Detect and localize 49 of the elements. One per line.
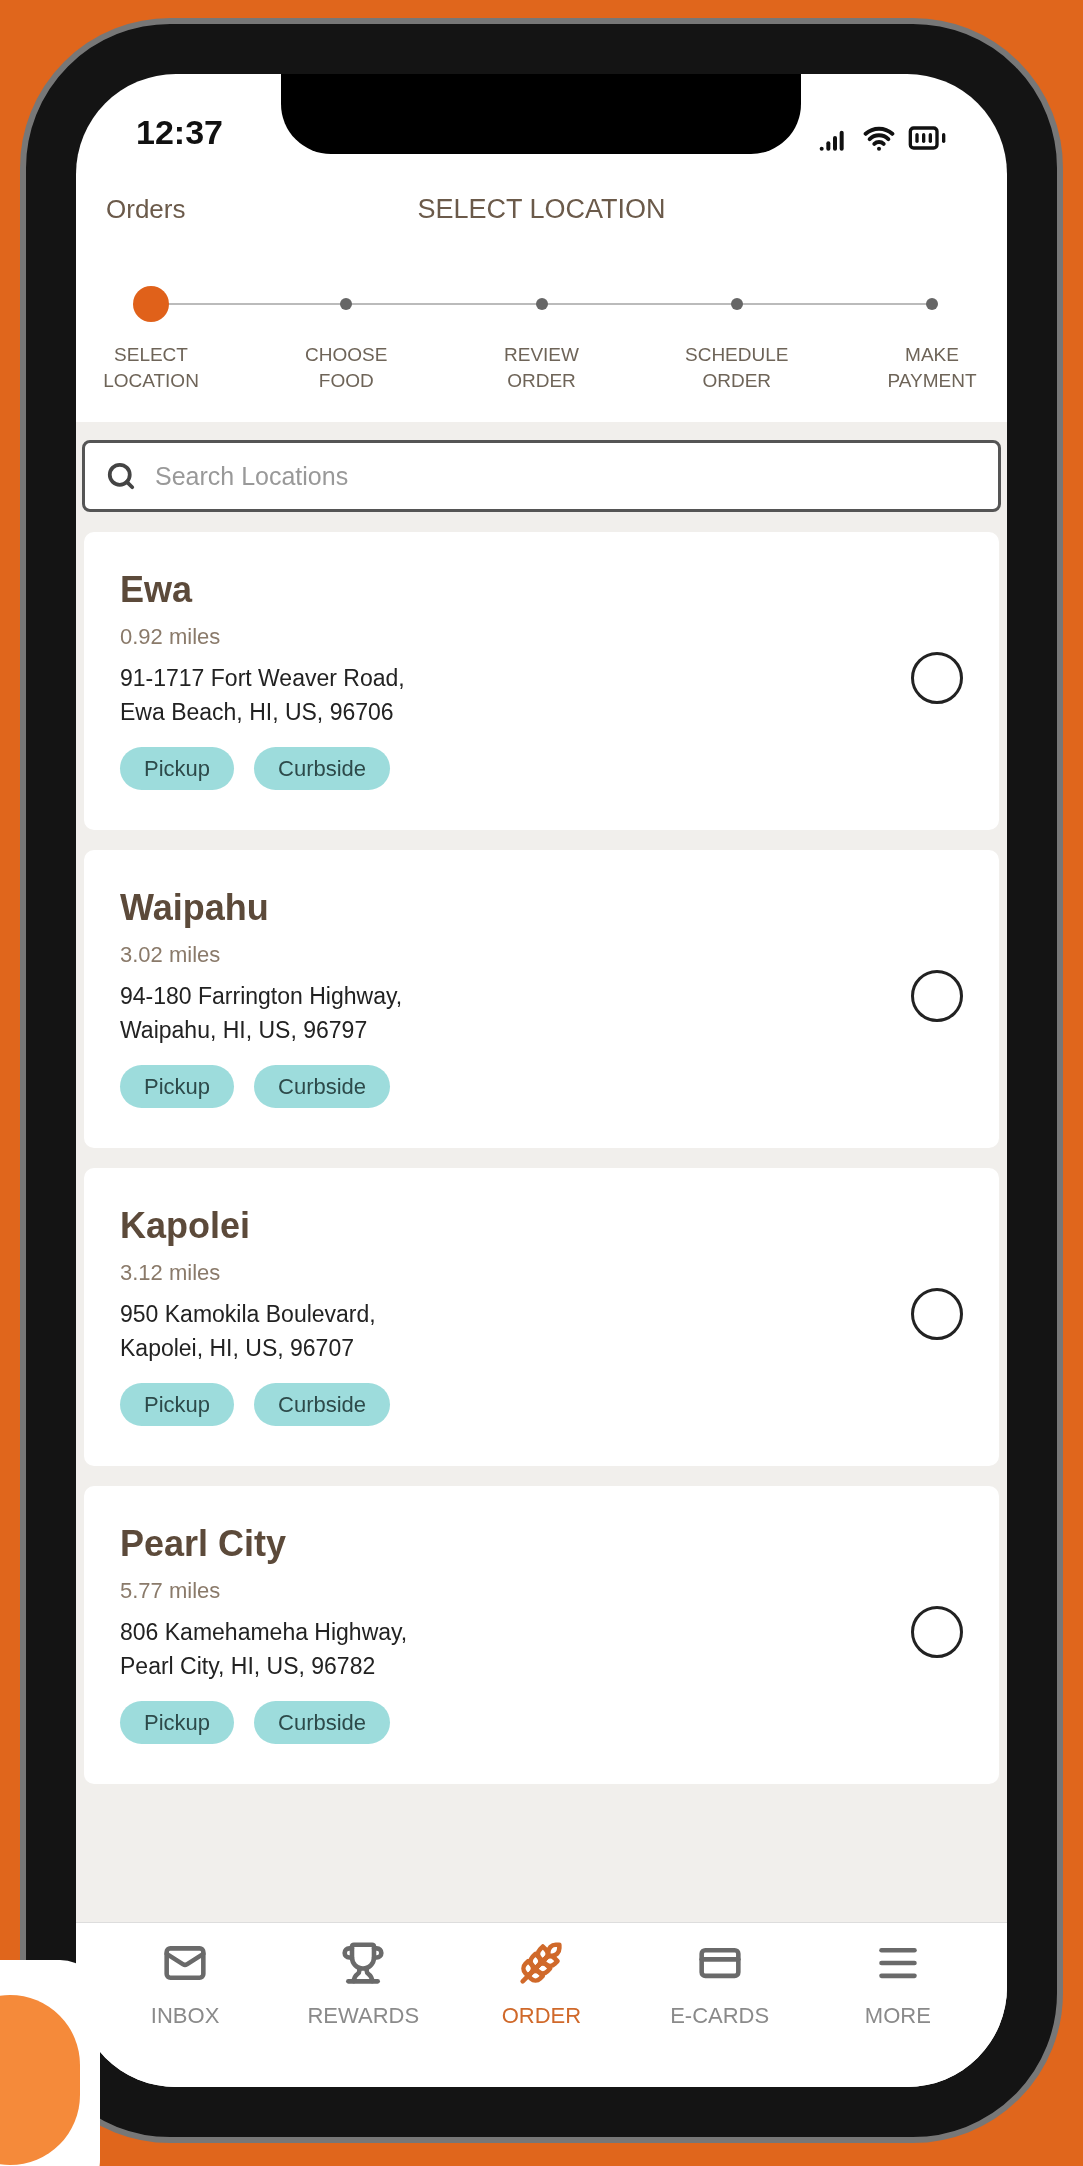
radio-button[interactable] — [911, 1606, 963, 1658]
address-text: 94-180 Farrington Highway, — [120, 982, 404, 1011]
service-tag: Curbside — [254, 1065, 391, 1108]
service-tag: Pickup — [120, 1383, 235, 1426]
distance-text: 3.12 miles — [120, 1259, 222, 1287]
address-text: Kapolei, HI, US, 96707 — [120, 1334, 355, 1363]
location-name: Ewa — [120, 568, 194, 612]
address-text: Waipahu, HI, US, 96797 — [120, 1016, 369, 1045]
service-tag: Curbside — [254, 747, 391, 790]
tab-item[interactable]: MORE — [822, 1941, 973, 2087]
page-title: SELECT LOCATION — [417, 192, 666, 226]
back-link[interactable]: Orders — [106, 189, 186, 229]
address-text: 950 Kamokila Boulevard, — [120, 1300, 377, 1329]
step-label: CHOOSE FOOD — [304, 343, 389, 393]
wheat-icon — [519, 1941, 564, 1985]
location-card[interactable]: Ewa 0.92 miles 91-1717 Fort Weaver Road, Ewa Beach, HI, US, 96706 Pickup Curbside — [84, 532, 999, 830]
radio-button[interactable] — [911, 652, 963, 704]
address-text: Ewa Beach, HI, US, 96706 — [120, 698, 395, 727]
tab-item[interactable]: REWARDS — [288, 1941, 439, 2087]
tab-item[interactable]: ORDER — [466, 1941, 617, 2087]
trophy-icon — [341, 1941, 386, 1985]
radio-button[interactable] — [911, 1288, 963, 1340]
service-tag: Pickup — [120, 1065, 235, 1108]
step-label: SELECT LOCATION — [102, 343, 200, 393]
distance-text: 5.77 miles — [120, 1577, 222, 1605]
step-label: REVIEW ORDER — [503, 343, 580, 393]
status-time: 12:37 — [136, 112, 223, 153]
address-text: Pearl City, HI, US, 96782 — [120, 1652, 377, 1681]
distance-text: 3.02 miles — [120, 941, 222, 969]
location-card[interactable]: Pearl City 5.77 miles 806 Kamehameha Highway, Pearl City, HI, US, 96782 Pickup Curbside — [84, 1486, 999, 1784]
tab-item[interactable]: E-CARDS — [644, 1941, 795, 2087]
radio-button[interactable] — [911, 970, 963, 1022]
location-name: Kapolei — [120, 1204, 252, 1248]
service-tag: Pickup — [120, 747, 235, 790]
location-name: Waipahu — [120, 886, 270, 930]
location-name: Pearl City — [120, 1522, 288, 1566]
service-tag: Curbside — [254, 1701, 391, 1744]
address-text: 806 Kamehameha Highway, — [120, 1618, 409, 1647]
step-label: MAKE PAYMENT — [886, 343, 978, 393]
service-tag: Curbside — [254, 1383, 391, 1426]
tab-item[interactable]: INBOX — [110, 1941, 261, 2087]
address-text: 91-1717 Fort Weaver Road, — [120, 664, 406, 693]
location-card[interactable]: Waipahu 3.02 miles 94-180 Farrington Highway, Waipahu, HI, US, 96797 Pickup Curbside — [84, 850, 999, 1148]
distance-text: 0.92 miles — [120, 623, 222, 651]
service-tag: Pickup — [120, 1701, 235, 1744]
step-label: SCHEDULE ORDER — [684, 343, 790, 393]
location-card[interactable]: Kapolei 3.12 miles 950 Kamokila Boulevard, Kapolei, HI, US, 96707 Pickup Curbside — [84, 1168, 999, 1466]
search-field[interactable]: Search Locations — [82, 440, 1001, 512]
search-icon — [106, 461, 136, 491]
